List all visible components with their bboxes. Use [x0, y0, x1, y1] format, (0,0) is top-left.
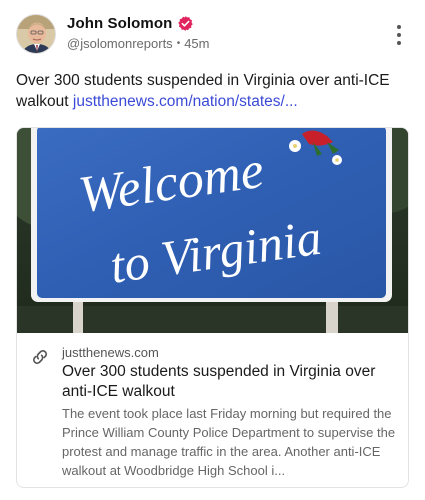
card-body: justthenews.com Over 300 students suspen… [17, 333, 408, 487]
post-header: John Solomon @jsolomonreports • 45m [16, 14, 409, 58]
author-name[interactable]: John Solomon [67, 15, 172, 32]
author-name-row: John Solomon [67, 15, 210, 32]
post-link[interactable]: justthenews.com/nation/states/... [73, 93, 298, 110]
link-icon [33, 350, 47, 364]
post-meta: @jsolomonreports • 45m [67, 36, 210, 51]
avatar[interactable] [16, 14, 56, 54]
welcome-sign-image: Welcome to Virginia [17, 128, 408, 333]
avatar-image [17, 15, 55, 53]
more-vertical-icon [397, 25, 401, 29]
verified-badge-icon [177, 15, 194, 32]
post-timestamp[interactable]: 45m [184, 36, 209, 51]
more-options-button[interactable] [391, 24, 407, 46]
meta-separator: • [176, 38, 181, 49]
post-text: Over 300 students suspended in Virginia … [16, 70, 409, 112]
author-handle[interactable]: @jsolomonreports [67, 36, 173, 51]
link-preview-card[interactable]: Welcome to Virginia justthenews.com Over… [16, 127, 409, 488]
card-description: The event took place last Friday morning… [62, 406, 396, 478]
card-image: Welcome to Virginia [17, 128, 408, 333]
card-domain: justthenews.com [62, 345, 159, 360]
author-info: John Solomon @jsolomonreports • 45m [67, 15, 210, 51]
card-title[interactable]: Over 300 students suspended in Virginia … [62, 362, 397, 402]
